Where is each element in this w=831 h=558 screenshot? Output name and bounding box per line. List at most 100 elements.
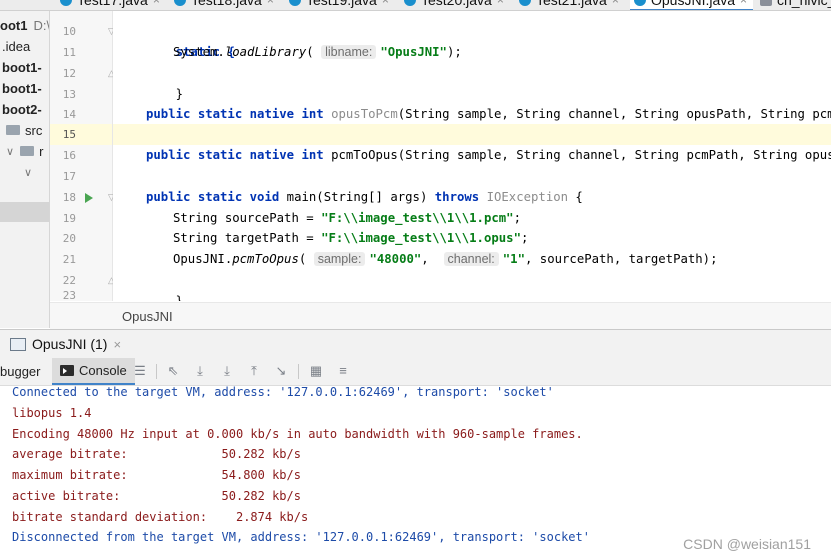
tab-test19[interactable]: Test19.java ×: [289, 0, 389, 9]
parameter-hint: libname:: [321, 45, 377, 59]
code-line: String targetPath = "F:\\image_test\\1\\…: [113, 228, 831, 249]
line-number: 22: [62, 274, 76, 287]
close-icon[interactable]: ×: [267, 0, 274, 7]
string-literal: "F:\\image_test\\1\\1.pcm": [321, 211, 514, 225]
tab-test20[interactable]: Test20.java ×: [404, 0, 504, 9]
line-number: 23: [62, 291, 76, 301]
tab-label: ch_nivic_: [777, 0, 831, 8]
close-icon[interactable]: ×: [113, 337, 121, 352]
tree-label: boot1-: [2, 59, 42, 75]
run-tool-window-header: OpusJNI (1) ×: [0, 329, 831, 359]
tab-opusjni[interactable]: OpusJNI.java ×: [630, 0, 754, 10]
close-icon[interactable]: ×: [612, 0, 619, 7]
tab-test17[interactable]: Test17.java ×: [60, 0, 160, 9]
close-icon[interactable]: ×: [497, 0, 504, 7]
parameter-hint: channel:: [443, 252, 499, 266]
close-icon[interactable]: ×: [153, 0, 160, 7]
code-text: (String sample, String channel, String p…: [397, 148, 831, 162]
string-literal: "F:\\image_test\\1\\1.opus": [321, 231, 521, 245]
code-text: (: [306, 45, 314, 59]
tree-label: boot2-: [2, 101, 42, 117]
threads-icon[interactable]: ☰: [132, 363, 148, 379]
console-line: libopus 1.4: [12, 406, 92, 420]
current-line: [113, 124, 831, 145]
code-text: System.: [173, 45, 225, 59]
run-gutter-icon[interactable]: [85, 193, 93, 203]
folder-icon: [20, 146, 35, 156]
tree-item-root[interactable]: oot1 D:\: [0, 15, 50, 35]
chevron-down-icon: ∨: [6, 145, 15, 158]
tab-test18[interactable]: Test18.java ×: [174, 0, 274, 9]
console-line: average bitrate: 50.282 kb/s: [12, 447, 301, 461]
code-text: String targetPath =: [173, 231, 322, 245]
step-over-icon[interactable]: ⤓: [192, 363, 208, 379]
java-class-icon: [289, 0, 301, 6]
string-literal: "48000": [369, 252, 422, 266]
tree-label: r: [39, 143, 44, 159]
tree-item-src[interactable]: src: [6, 120, 42, 140]
tab-label: Test18.java: [191, 0, 262, 8]
close-icon[interactable]: ×: [740, 0, 747, 7]
tab-test21[interactable]: Test21.java ×: [519, 0, 619, 9]
java-class-icon: [519, 0, 531, 6]
tree-item-idea[interactable]: .idea: [2, 36, 30, 56]
tree-item-module[interactable]: boot1-: [2, 57, 42, 77]
console-tab-label: Console: [79, 363, 127, 378]
run-to-cursor-icon[interactable]: ↘: [273, 363, 289, 379]
trace-icon[interactable]: ≡: [335, 363, 351, 379]
step-into-icon[interactable]: ⤓: [219, 363, 235, 379]
line-number: 18: [62, 191, 76, 204]
code-text: OpusJNI.: [173, 252, 233, 266]
evaluate-expression-icon[interactable]: ▦: [308, 363, 324, 379]
tab-label: Test17.java: [77, 0, 148, 8]
tree-label: .idea: [2, 38, 31, 54]
method-name: loadLibrary: [224, 45, 307, 59]
line-number: 20: [62, 232, 76, 245]
keyword: throws: [434, 190, 487, 204]
tree-item-folder[interactable]: ∨ r: [6, 141, 43, 161]
close-icon[interactable]: ×: [382, 0, 389, 7]
toolbar-divider: [298, 364, 299, 379]
keyword: public static native int: [146, 148, 332, 162]
run-tab-label: OpusJNI (1): [32, 336, 108, 352]
method-name: pcmToOpus: [232, 252, 299, 266]
code-text: }: [175, 87, 184, 101]
code-line: }: [113, 63, 831, 101]
line-number: 10: [62, 25, 76, 38]
tree-selected-row[interactable]: [0, 202, 49, 222]
tree-item-expander[interactable]: ∨: [24, 162, 38, 182]
tab-label: Test19.java: [306, 0, 377, 8]
tree-item-module[interactable]: boot1-: [2, 78, 42, 98]
line-number: 17: [62, 170, 76, 183]
watermark: CSDN @weisian151: [683, 536, 811, 552]
line-number: 19: [62, 212, 76, 225]
tree-label: boot1-: [2, 80, 42, 96]
code-line: static {: [113, 21, 831, 59]
tree-path: D:\: [33, 17, 50, 33]
method-name: pcmToOpus: [331, 148, 398, 162]
show-execution-point-icon[interactable]: ⇖: [165, 363, 181, 379]
chevron-down-icon: ∨: [24, 166, 33, 179]
breadcrumb-item[interactable]: OpusJNI: [122, 309, 173, 324]
line-number: 13: [62, 88, 76, 101]
java-class-icon: [404, 0, 416, 6]
tab-debugger[interactable]: bugger: [0, 358, 40, 385]
console-line: Connected to the target VM, address: '12…: [12, 386, 554, 399]
console-output[interactable]: Connected to the target VM, address: '12…: [0, 386, 831, 558]
code-text: ,: [421, 252, 437, 266]
code-text: (: [298, 252, 307, 266]
tree-item-module[interactable]: boot2-: [2, 99, 42, 119]
tab-console[interactable]: Console: [52, 358, 135, 385]
run-config-tab[interactable]: OpusJNI (1) ×: [0, 330, 121, 358]
tab-ch-nivic[interactable]: ch_nivic_: [760, 0, 831, 9]
console-line: Disconnected from the target VM, address…: [12, 530, 590, 544]
code-line: String sourcePath = "F:\\image_test\\1\\…: [113, 208, 831, 229]
step-out-icon[interactable]: ⤒: [246, 363, 262, 379]
code-text: }: [175, 294, 184, 301]
editor-tab-bar: Test17.java × Test18.java × Test19.java …: [0, 0, 831, 11]
code-text: {: [568, 190, 583, 204]
code-editor[interactable]: static { System.loadLibrary( libname: "Op…: [113, 11, 831, 301]
toolbar-divider: [156, 364, 157, 379]
console-line: active bitrate: 50.282 kb/s: [12, 489, 301, 503]
line-number: 21: [62, 253, 76, 266]
